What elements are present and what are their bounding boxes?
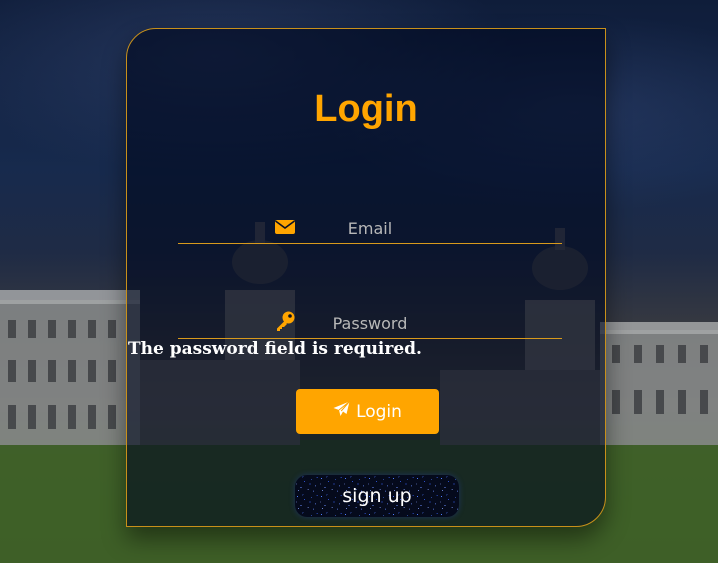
key-icon xyxy=(274,310,296,331)
paper-plane-icon xyxy=(333,401,350,422)
sign-up-button[interactable]: sign up xyxy=(295,475,459,517)
login-button-label: Login xyxy=(356,401,402,422)
password-field-group xyxy=(178,310,562,339)
login-button[interactable]: Login xyxy=(296,389,439,434)
email-field-group xyxy=(178,215,562,244)
page-title: Login xyxy=(314,88,418,130)
email-input[interactable] xyxy=(308,215,432,241)
sign-up-button-label: sign up xyxy=(342,485,412,507)
password-error-message: The password field is required. xyxy=(128,339,422,359)
login-card: Login The password field is required. xyxy=(126,28,606,527)
password-input[interactable] xyxy=(308,310,432,336)
envelope-icon xyxy=(274,218,296,238)
